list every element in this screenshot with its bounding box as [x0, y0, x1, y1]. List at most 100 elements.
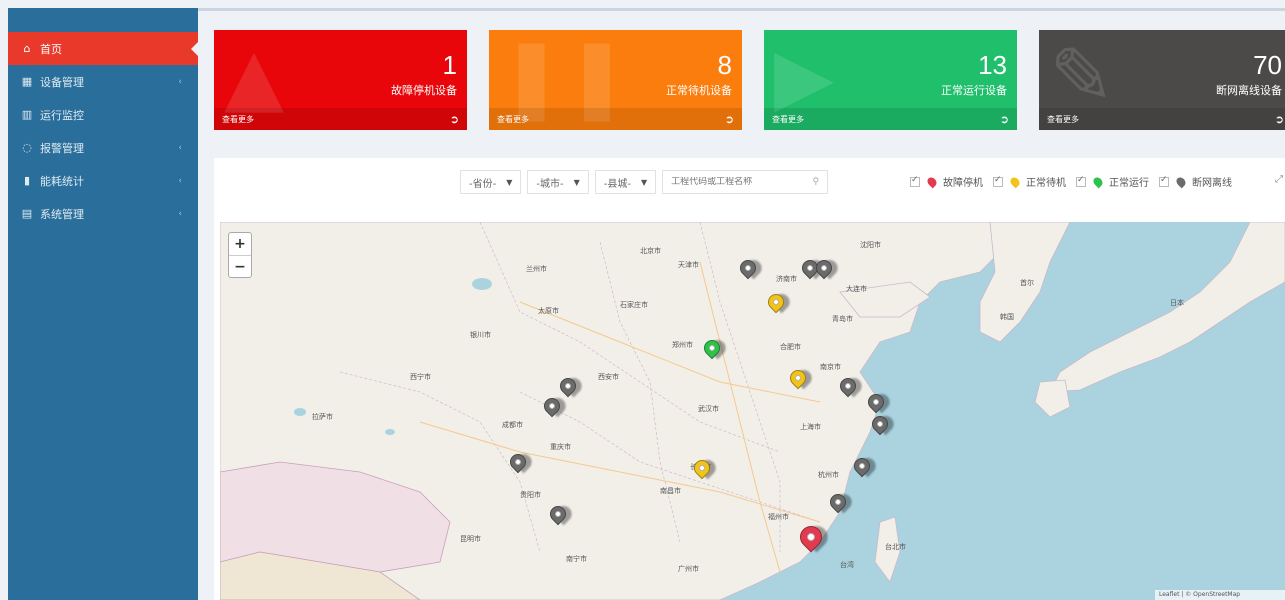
normal-running-label: 正常运行设备 [941, 84, 1007, 97]
normal-running-more-link[interactable]: 查看更多 ➲ [764, 108, 1017, 130]
zoom-in-button[interactable]: + [229, 233, 251, 255]
district-select[interactable]: -县城- ▼ [594, 170, 657, 194]
grid-icon: ▤ [21, 207, 33, 220]
normal-running-checkbox[interactable] [1076, 175, 1086, 187]
offline-checkbox[interactable] [1159, 175, 1169, 187]
marker-center [697, 463, 707, 473]
sidebar-item-2[interactable]: ▥ 运行监控 [8, 98, 198, 131]
normal-standby-label: 正常待机设备 [666, 84, 732, 97]
map-attribution: Leaflet | © OpenStreetMap [1155, 590, 1285, 600]
lake [294, 408, 306, 416]
lake [385, 429, 395, 435]
more-label: 查看更多 [1047, 114, 1079, 124]
sidebar-nav: ⌂ 首页 ▦ 设备管理 ‹ ▥ 运行监控 ◌ 报警管理 ‹ ▮ 能耗统计 ‹ ▤ 系统管理 ‹ [8, 32, 199, 230]
sidebar-item-4[interactable]: ▮ 能耗统计 ‹ [8, 164, 198, 197]
sidebar-item-5[interactable]: ▤ 系统管理 ‹ [8, 197, 198, 230]
map-place-label: 西安市 [598, 373, 619, 381]
sidebar-item-label: 设备管理 [40, 75, 84, 89]
fault-stop-more-link[interactable]: 查看更多 ➲ [214, 108, 467, 130]
location-icon: ◌ [22, 141, 32, 154]
map-place-label: 南京市 [820, 363, 841, 371]
normal-standby-more-link[interactable]: 查看更多 ➲ [489, 108, 742, 130]
search-input[interactable] [671, 177, 802, 187]
main-content: ▲ 1 故障停机设备 查看更多 ➲ ❚❚ 8 正常待机设备 查看更多 ➲ ▶ 1… [198, 8, 1285, 600]
zoom-out-button[interactable]: − [229, 255, 251, 277]
offline-count: 70 [1253, 50, 1282, 80]
normal-standby-card: ❚❚ 8 正常待机设备 查看更多 ➲ [489, 30, 742, 130]
fullscreen-icon[interactable]: ⤢ [1275, 174, 1283, 185]
map-place-label: 合肥市 [780, 343, 801, 351]
search-icon[interactable]: ⚲ [813, 177, 820, 187]
home-icon: ⌂ [23, 42, 31, 55]
search-box: ⚲ [662, 170, 829, 194]
fault-stop-checkbox[interactable] [910, 175, 920, 187]
province-value: -省份- [469, 178, 497, 190]
red-pin-icon [925, 175, 939, 188]
normal-standby-count: 8 [717, 50, 732, 80]
sidebar-item-0[interactable]: ⌂ 首页 [8, 32, 199, 65]
map-place-label: 西宁市 [410, 373, 431, 381]
device-map[interactable]: 北京市天津市石家庄市太原市济南市郑州市西安市武汉市南京市上海市杭州市合肥市长沙市… [220, 222, 1285, 600]
normal-standby-checkbox[interactable] [993, 175, 1003, 187]
caret-down-icon: ▼ [573, 177, 580, 187]
top-divider [198, 8, 1285, 11]
offline-card: ✎ 70 断网离线设备 查看更多 ➲ [1039, 30, 1285, 130]
device-icon: ▦ [21, 75, 33, 88]
arrow-right-circle-icon: ➲ [449, 112, 459, 126]
marker-center [793, 373, 803, 383]
map-place-label: 上海市 [800, 423, 821, 431]
sidebar-item-1[interactable]: ▦ 设备管理 ‹ [8, 65, 198, 98]
caret-down-icon: ▼ [506, 177, 513, 187]
marker-center [707, 343, 717, 353]
map-place-label: 南昌市 [660, 487, 681, 495]
map-place-label: 银川市 [470, 331, 491, 339]
fault-stop-count: 1 [442, 50, 457, 80]
marker-center [771, 297, 781, 307]
marker-center [871, 397, 881, 407]
play-icon: ▶ [774, 32, 834, 122]
map-place-label: 济南市 [776, 275, 797, 283]
province-select[interactable]: -省份- ▼ [460, 170, 522, 194]
map-place-label: 重庆市 [550, 443, 571, 451]
marker-center [843, 381, 853, 391]
map-place-label: 拉萨市 [312, 413, 333, 421]
green-pin-icon [1091, 175, 1105, 188]
marker-center [805, 263, 815, 273]
more-label: 查看更多 [772, 114, 804, 124]
yellow-pin-icon [1008, 175, 1022, 188]
legend-label: 故障停机 [943, 178, 983, 189]
map-place-label: 杭州市 [818, 471, 839, 479]
fault-stop-label: 故障停机设备 [391, 84, 457, 97]
map-place-label: 大连市 [846, 285, 867, 293]
offline-more-link[interactable]: 查看更多 ➲ [1039, 108, 1285, 130]
chevron-left-icon: ‹ [178, 208, 182, 219]
map-canvas[interactable] [220, 222, 1285, 600]
marker-center [875, 419, 885, 429]
normal-running-count: 13 [978, 50, 1007, 80]
sidebar-item-label: 运行监控 [40, 108, 84, 122]
marker-center [743, 263, 753, 273]
map-place-label: 韩国 [1000, 313, 1014, 321]
marker-center [805, 531, 817, 543]
offline-label: 断网离线设备 [1216, 84, 1282, 97]
status-cards: ▲ 1 故障停机设备 查看更多 ➲ ❚❚ 8 正常待机设备 查看更多 ➲ ▶ 1… [214, 30, 1285, 138]
map-place-label: 贵阳市 [520, 491, 541, 499]
wrench-icon: ✎ [1049, 32, 1115, 122]
filter-bar: -省份- ▼ -城市- ▼ -县城- ▼ ⚲ [460, 170, 829, 196]
map-place-label: 昆明市 [460, 535, 481, 543]
arrow-right-circle-icon: ➲ [999, 112, 1009, 126]
normal-running-card: ▶ 13 正常运行设备 查看更多 ➲ [764, 30, 1017, 130]
city-select[interactable]: -城市- ▼ [527, 170, 589, 194]
map-place-label: 南宁市 [566, 555, 587, 563]
sidebar-item-label: 系统管理 [40, 207, 84, 221]
marker-center [513, 457, 523, 467]
sidebar-item-3[interactable]: ◌ 报警管理 ‹ [8, 131, 198, 164]
marker-center [563, 381, 573, 391]
map-place-label: 台北市 [885, 543, 906, 551]
legend-label: 断网离线 [1192, 178, 1232, 189]
caret-down-icon: ▼ [640, 177, 648, 187]
zoom-control: + − [228, 232, 252, 278]
map-place-label: 兰州市 [526, 265, 547, 273]
map-place-label: 成都市 [502, 421, 523, 429]
chevron-left-icon: ‹ [178, 142, 182, 153]
